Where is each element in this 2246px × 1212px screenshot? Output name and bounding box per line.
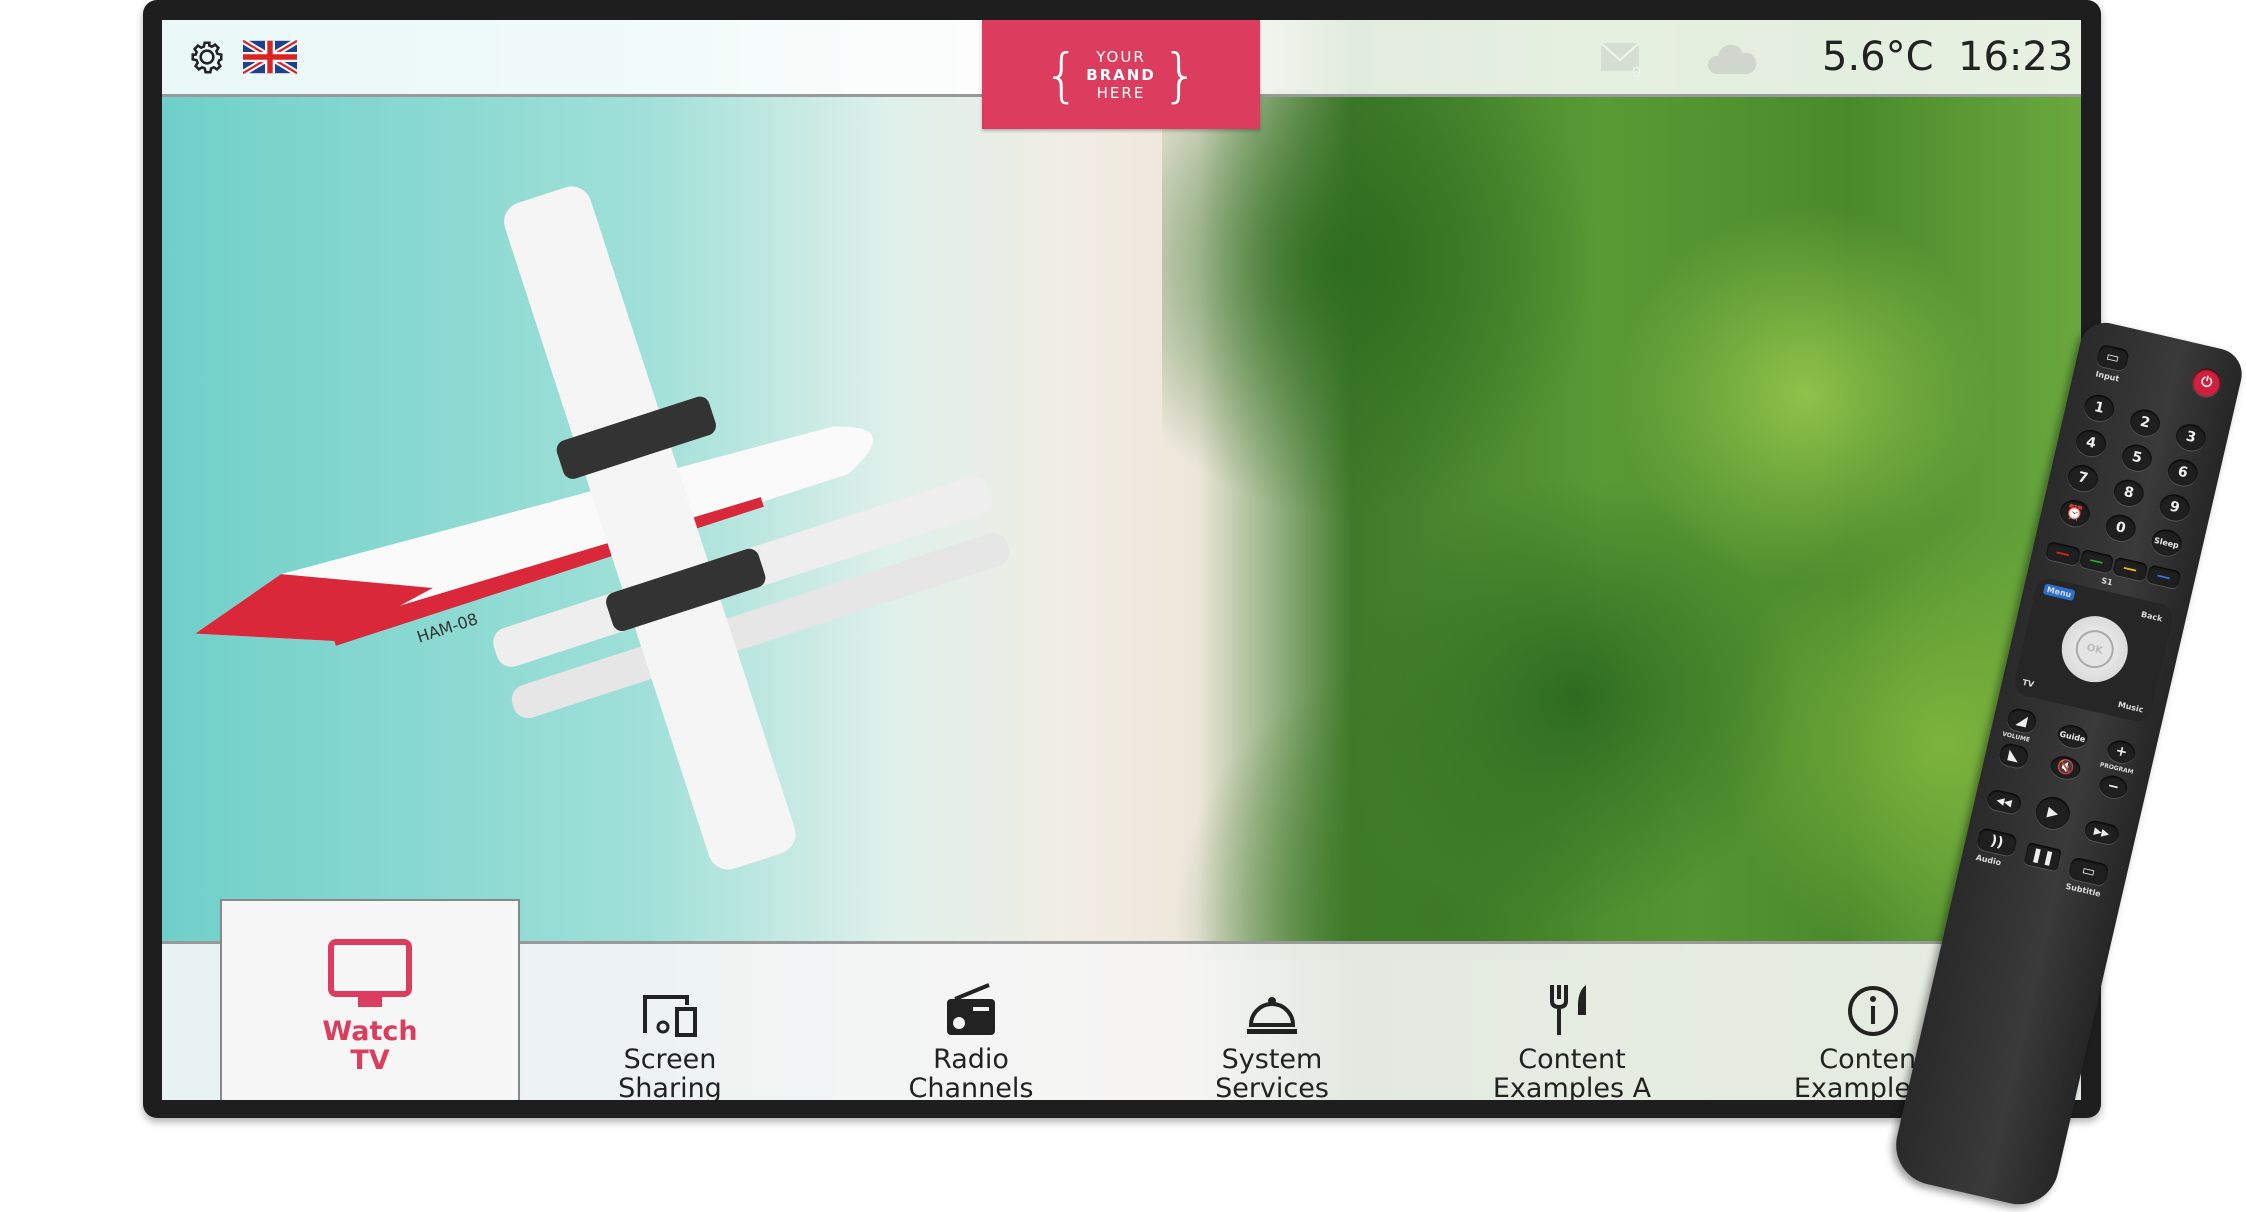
nav-pad: Menu Back OK TV Music bbox=[2011, 575, 2176, 725]
brand-logo: { YOUR BRAND HERE } bbox=[982, 20, 1260, 129]
sleep-button[interactable]: Sleep bbox=[2149, 526, 2185, 559]
digit-5[interactable]: 5 bbox=[2119, 441, 2155, 474]
tv-screen: HAM-08 0 5.6°C 16:23 { YOUR BRAND HERE } W… bbox=[162, 20, 2081, 1100]
menu-item-radio-channels[interactable]: Radio Channels bbox=[821, 961, 1121, 1100]
digit-4[interactable]: 4 bbox=[2073, 426, 2109, 460]
digit-9[interactable]: 9 bbox=[2157, 491, 2193, 524]
program-up-button[interactable]: + bbox=[2105, 737, 2138, 766]
power-icon[interactable]: ⏻ bbox=[2189, 365, 2224, 400]
play-icon[interactable]: ▶ bbox=[2032, 793, 2074, 833]
radio-icon bbox=[947, 983, 995, 1035]
fork-knife-icon bbox=[1550, 985, 1586, 1035]
digit-1[interactable]: 1 bbox=[2081, 391, 2117, 425]
ok-button[interactable]: OK bbox=[2074, 628, 2116, 670]
subtitle-icon[interactable]: ▭ bbox=[2067, 856, 2110, 887]
digit-3[interactable]: 3 bbox=[2173, 421, 2209, 454]
fast-forward-icon[interactable]: ▶▶ bbox=[2082, 818, 2121, 846]
envelope-icon[interactable]: 0 bbox=[1600, 42, 1644, 78]
tv-button[interactable]: TV bbox=[2021, 678, 2034, 689]
audio-icon[interactable]: )) bbox=[1975, 827, 2018, 858]
digit-7[interactable]: 7 bbox=[2065, 462, 2101, 495]
background-jungle bbox=[1162, 90, 2081, 960]
cloud-icon bbox=[1707, 44, 1757, 74]
menu-item-content-examples-a[interactable]: Content Examples A bbox=[1422, 961, 1722, 1100]
clock: 16:23 bbox=[1958, 34, 2074, 80]
pause-icon[interactable]: ❚❚ bbox=[2023, 842, 2062, 872]
digit-0[interactable]: 0 bbox=[2103, 511, 2139, 544]
back-button[interactable]: Back bbox=[2140, 610, 2163, 624]
yellow-button[interactable]: — bbox=[2112, 556, 2148, 582]
temperature: 5.6°C bbox=[1822, 34, 1934, 80]
menu-item-watch-tv[interactable]: Watch TV bbox=[220, 899, 520, 1100]
menu-item-screen-sharing[interactable]: Screen Sharing bbox=[520, 961, 820, 1100]
info-icon bbox=[1848, 986, 1898, 1036]
volume-up-button[interactable]: ◢ bbox=[2005, 706, 2038, 735]
gear-icon[interactable] bbox=[188, 38, 226, 76]
seaplane-image: HAM-08 bbox=[195, 186, 1010, 870]
red-button[interactable]: — bbox=[2044, 541, 2081, 566]
rewind-icon[interactable]: ◀◀ bbox=[1985, 788, 2023, 816]
green-button[interactable]: — bbox=[2078, 548, 2115, 574]
blue-button[interactable]: — bbox=[2145, 564, 2182, 590]
digit-8[interactable]: 8 bbox=[2111, 476, 2147, 509]
program-down-button[interactable]: − bbox=[2097, 772, 2130, 801]
uk-flag-icon[interactable] bbox=[243, 40, 297, 74]
digit-2[interactable]: 2 bbox=[2127, 406, 2163, 439]
alarm-icon[interactable]: ⏰ bbox=[2057, 497, 2093, 530]
mute-icon[interactable]: 🔇 bbox=[2048, 753, 2083, 782]
input-button[interactable]: ▭ bbox=[2095, 343, 2130, 372]
screen-sharing-icon bbox=[643, 995, 697, 1037]
service-bell-icon bbox=[1247, 997, 1297, 1034]
digit-6[interactable]: 6 bbox=[2165, 456, 2201, 489]
music-button[interactable]: Music bbox=[2117, 700, 2144, 715]
guide-button[interactable]: Guide bbox=[2055, 722, 2090, 751]
menu-item-system-services[interactable]: System Services bbox=[1122, 961, 1422, 1100]
menu-button[interactable]: Menu bbox=[2042, 583, 2076, 601]
tv-icon bbox=[328, 939, 412, 1007]
mail-count: 0 bbox=[1632, 65, 1641, 78]
volume-down-button[interactable]: ◣ bbox=[1997, 741, 2030, 770]
dpad[interactable]: OK bbox=[2055, 609, 2135, 689]
